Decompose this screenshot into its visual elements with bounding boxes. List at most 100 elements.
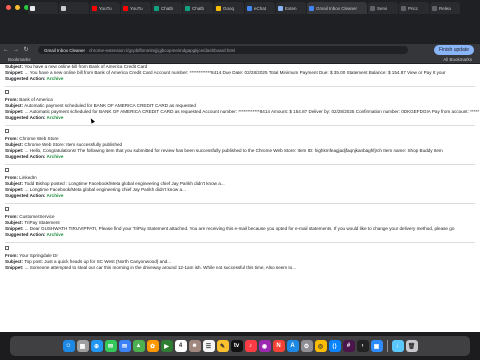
settings-icon[interactable]: ⚙ <box>300 340 313 352</box>
suggested-action-value[interactable]: Archive <box>47 193 64 198</box>
bookmarks-folder[interactable]: Bookmarks <box>8 57 31 62</box>
trash-icon[interactable]: 🗑 <box>405 340 418 352</box>
browser-tab[interactable]: Gmail Inbox Cleaner <box>307 2 367 14</box>
email-subject-label: Subject: <box>5 142 24 147</box>
appstore-icon[interactable]: A <box>286 340 299 352</box>
email-from-value: CustomerService <box>19 214 55 219</box>
address-bar[interactable]: Gmail Inbox Cleaner chrome-extension://g… <box>38 46 408 54</box>
browser-tab[interactable] <box>28 2 58 14</box>
contacts-icon[interactable]: ☻ <box>188 340 201 352</box>
browser-tab[interactable]: YouTu <box>121 2 151 14</box>
email-entry: Subject: You have a new online bill from… <box>5 64 480 87</box>
minimize-window-button[interactable] <box>15 5 20 10</box>
back-icon[interactable]: ← <box>2 46 10 54</box>
browser-tab[interactable]: Chatb <box>152 2 182 14</box>
notes-icon[interactable]: ✎ <box>216 340 229 352</box>
email-from-label: From: <box>5 175 19 180</box>
tab-title: Chatb <box>192 5 205 11</box>
browser-tab[interactable]: eChat <box>245 2 275 14</box>
music-icon[interactable]: ♪ <box>244 340 257 352</box>
finder-icon[interactable]: ☺ <box>62 340 75 352</box>
mail-icon[interactable]: ✉ <box>118 340 131 352</box>
slack-icon[interactable]: # <box>342 340 355 352</box>
email-snippet-value: ... Someone attempted to steal our car t… <box>24 265 297 270</box>
email-from-value: Bank of America <box>19 97 53 102</box>
reminders-icon[interactable]: ☰ <box>202 340 215 352</box>
launchpad-icon[interactable]: ▦ <box>76 340 89 352</box>
email-entry: From: Your Springdale Dr Subject: Top pos… <box>5 246 480 271</box>
maps-icon[interactable]: ▲ <box>132 340 145 352</box>
close-window-button[interactable] <box>6 5 11 10</box>
tab-title: eChat <box>254 5 267 11</box>
email-subject-label: Subject: <box>5 181 24 186</box>
email-snippet: Snippet: ... Dear GUSHWATH TIRUVIPPATI, … <box>5 226 480 232</box>
tab-favicon-icon <box>278 5 283 11</box>
suggested-action: Suggested Action: Archive <box>5 193 480 199</box>
browser-tab[interactable]: Exten <box>276 2 306 14</box>
suggested-action: Suggested Action: Archive <box>5 154 480 160</box>
tab-bar: YouTu YouTu Chatb Chatb Gooq eChat Exten Gmail … <box>0 0 480 44</box>
photos-icon[interactable]: ✿ <box>146 340 159 352</box>
email-snippet-label: Snippet: <box>5 226 24 231</box>
divider <box>5 125 475 126</box>
suggested-action-label: Suggested Action: <box>5 154 46 159</box>
browser-tab[interactable] <box>59 2 89 14</box>
divider <box>5 86 475 87</box>
tab-title: Exten <box>285 5 297 11</box>
select-checkbox[interactable] <box>5 168 9 172</box>
forward-icon[interactable]: → <box>12 46 20 54</box>
suggested-action-value[interactable]: Archive <box>47 115 64 120</box>
browser-tab[interactable]: Servi <box>368 2 398 14</box>
dock-area: ☺ ▦ ⊕ ✉ ✉ ▲ ✿ ▶ 4 ☻ ☰ ✎ tv ♪ ◉ N A ⚙ ◎ ⟨⟩ # › ▣ ↓ 🗑 <box>0 332 480 360</box>
email-subject-value: You have a new online bill from Bank of … <box>24 64 148 69</box>
select-checkbox[interactable] <box>5 90 9 94</box>
terminal-icon[interactable]: › <box>356 340 369 352</box>
email-subject-value: Automatic payment scheduled for BANK OF … <box>24 103 196 108</box>
browser-tab[interactable]: Gooq <box>214 2 244 14</box>
email-subject-label: Subject: <box>5 103 24 108</box>
suggested-action: Suggested Action: Archive <box>5 232 480 238</box>
email-snippet: Snippet: ... You have a new online bill … <box>5 70 480 76</box>
chrome-icon[interactable]: ◎ <box>314 340 327 352</box>
email-from-value: Your Springdale Dr <box>19 253 58 258</box>
downloads-icon[interactable]: ↓ <box>391 340 404 352</box>
tab-favicon-icon <box>92 5 97 11</box>
browser-tab[interactable]: Pricc <box>399 2 429 14</box>
tab-favicon-icon <box>216 5 221 11</box>
all-bookmarks-folder[interactable]: All Bookmarks <box>443 57 472 62</box>
finish-update-button[interactable]: Finish update <box>433 45 474 55</box>
podcasts-icon[interactable]: ◉ <box>258 340 271 352</box>
reload-icon[interactable]: ↻ <box>22 46 30 54</box>
email-subject-label: Subject: <box>5 220 24 225</box>
email-subject-value: Chrome Web Store: Item successfully publ… <box>24 142 123 147</box>
vscode-icon[interactable]: ⟨⟩ <box>328 340 341 352</box>
email-entry: From: Bank of America Subject: Automatic … <box>5 90 480 126</box>
suggested-action-value[interactable]: Archive <box>47 232 64 237</box>
divider <box>5 203 475 204</box>
dock: ☺ ▦ ⊕ ✉ ✉ ▲ ✿ ▶ 4 ☻ ☰ ✎ tv ♪ ◉ N A ⚙ ◎ ⟨⟩ # › ▣ ↓ 🗑 <box>10 336 470 356</box>
browser-tab[interactable]: Chatb <box>183 2 213 14</box>
tab-title: Servi <box>377 5 388 11</box>
tab-title: Chatb <box>161 5 174 11</box>
facetime-icon[interactable]: ▶ <box>160 340 173 352</box>
zoom-icon[interactable]: ▣ <box>370 340 383 352</box>
suggested-action-value[interactable]: Archive <box>47 76 64 81</box>
suggested-action: Suggested Action: Archive <box>5 76 480 82</box>
safari-icon[interactable]: ⊕ <box>90 340 103 352</box>
news-icon[interactable]: N <box>272 340 285 352</box>
select-checkbox[interactable] <box>5 207 9 211</box>
browser-tab[interactable]: Relea <box>430 2 460 14</box>
tab-favicon-icon <box>309 5 314 11</box>
email-snippet-value: ... Dear GUSHWATH TIRUVIPPATI, Please fi… <box>24 226 455 231</box>
browser-tab[interactable]: YouTu <box>90 2 120 14</box>
appletv-icon[interactable]: tv <box>230 340 243 352</box>
email-entry: From: CustomerService Subject: TriPay Sta… <box>5 207 480 243</box>
select-checkbox[interactable] <box>5 246 9 250</box>
calendar-icon[interactable]: 4 <box>174 340 187 352</box>
messages-icon[interactable]: ✉ <box>104 340 117 352</box>
email-entry: From: Chrome Web Store Subject: Chrome We… <box>5 129 480 165</box>
suggested-action-value[interactable]: Archive <box>47 154 64 159</box>
email-entry: From: LinkedIn Subject: Todd Bishop poste… <box>5 168 480 204</box>
select-checkbox[interactable] <box>5 129 9 133</box>
tab-favicon-icon <box>370 5 375 11</box>
